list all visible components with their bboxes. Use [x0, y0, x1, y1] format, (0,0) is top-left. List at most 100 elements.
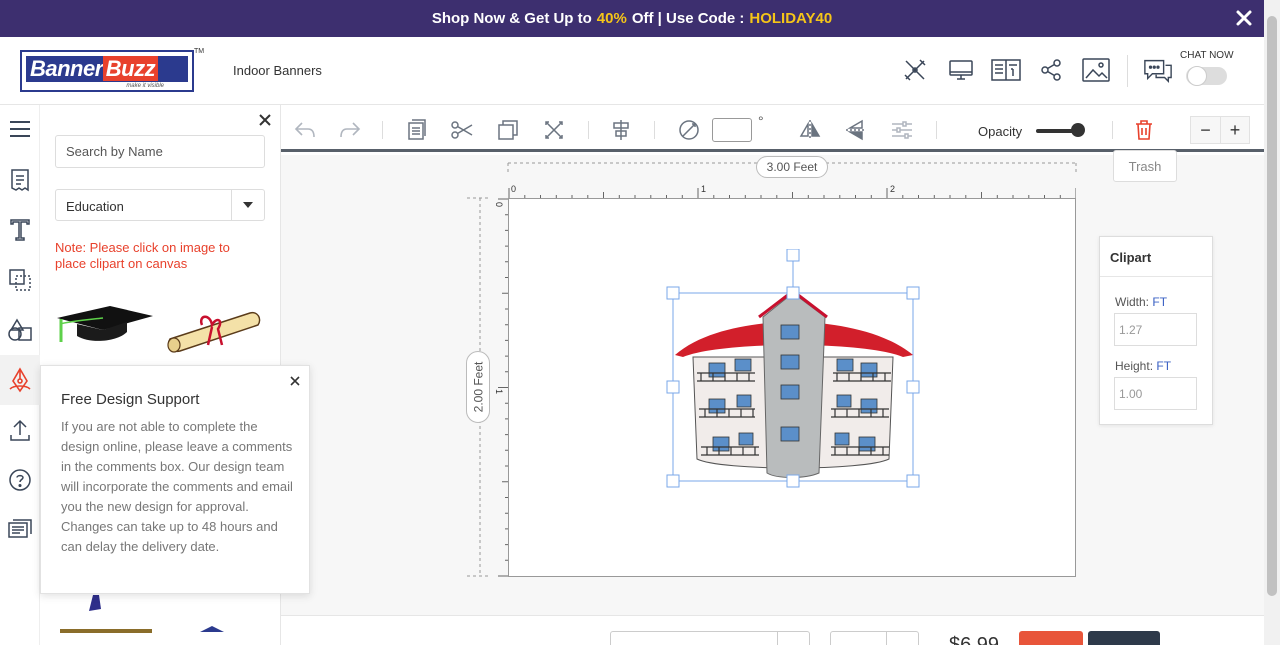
- zoom-controls: − +: [1190, 116, 1250, 144]
- ruler-label-0: 0: [511, 184, 516, 194]
- logo-banner: Banner: [30, 56, 103, 81]
- height-unit: FT: [1156, 359, 1172, 373]
- upload-icon[interactable]: [6, 416, 34, 444]
- vruler-label-0: 0: [494, 202, 504, 207]
- support-title: Free Design Support: [61, 391, 200, 408]
- flip-horizontal-icon[interactable]: [798, 118, 822, 142]
- menu-icon[interactable]: [6, 115, 34, 143]
- rotate-icon[interactable]: [677, 118, 701, 142]
- toolbar-separator: [382, 121, 383, 139]
- vruler-label-1: 1: [494, 389, 504, 394]
- ruler-label-1: 1: [701, 184, 706, 194]
- promo-text: Shop Now & Get Up to: [431, 10, 592, 27]
- document-icon[interactable]: [6, 166, 34, 194]
- quantity-select[interactable]: [610, 631, 810, 645]
- chevron-down-icon[interactable]: [886, 632, 918, 645]
- paste-icon[interactable]: [405, 118, 429, 142]
- support-body: If you are not able to complete the desi…: [61, 419, 293, 554]
- width-label-text: Width:: [1115, 295, 1150, 309]
- trash-tooltip: Trash: [1113, 150, 1177, 182]
- promo-bar: Shop Now & Get Up to 40% Off | Use Code …: [0, 0, 1264, 37]
- comments-icon[interactable]: [6, 516, 34, 544]
- adjust-icon[interactable]: [890, 118, 914, 142]
- help-icon[interactable]: [6, 466, 34, 494]
- panel-note: Note: Please click on image to place cli…: [55, 240, 230, 271]
- clipart-partial[interactable]: [85, 595, 115, 615]
- vertical-ruler: 0 1: [494, 198, 508, 577]
- chat-icon[interactable]: [1143, 55, 1173, 85]
- chat-toggle[interactable]: [1186, 66, 1227, 86]
- width-input[interactable]: [1114, 313, 1197, 346]
- close-icon[interactable]: [289, 374, 301, 386]
- search-input[interactable]: [55, 135, 265, 168]
- logo-buzz: Buzz: [102, 56, 159, 81]
- logo-wordmark: Banner Buzz: [26, 56, 188, 82]
- header-divider: [1127, 55, 1128, 87]
- ruler-label-2: 2: [890, 184, 895, 194]
- text-icon[interactable]: [6, 216, 34, 244]
- chat-now-label: CHAT NOW: [1180, 50, 1234, 61]
- zoom-out-button[interactable]: −: [1191, 117, 1220, 143]
- toolbar-separator: [1112, 121, 1113, 139]
- zoom-in-button[interactable]: +: [1219, 117, 1249, 143]
- canvas-height-label-box: 2.00 Feet: [466, 351, 490, 423]
- design-tools-icon[interactable]: [900, 55, 930, 85]
- save-button[interactable]: SAVE: [1019, 631, 1083, 645]
- height-input[interactable]: [1114, 377, 1197, 410]
- share-icon[interactable]: [1036, 55, 1066, 85]
- clipart-icon[interactable]: [0, 355, 40, 405]
- page-scrollbar[interactable]: [1264, 0, 1280, 645]
- finish-button[interactable]: FINISH: [1088, 631, 1160, 645]
- clipart-graduation-cap[interactable]: [55, 302, 155, 352]
- redo-icon[interactable]: [338, 118, 362, 142]
- product-name: Indoor Banners: [233, 63, 322, 78]
- bottom-bar: $6.99 SAVE FINISH: [281, 615, 1264, 645]
- chevron-down-icon[interactable]: [231, 190, 264, 220]
- clipart-panel-title: Clipart: [1100, 237, 1212, 277]
- undo-icon[interactable]: [293, 118, 317, 142]
- price: $6.99: [949, 634, 1000, 645]
- scrollbar-thumb[interactable]: [1267, 16, 1277, 596]
- copy-icon[interactable]: [496, 118, 520, 142]
- clipart-diploma[interactable]: [162, 305, 264, 355]
- design-canvas[interactable]: [508, 198, 1076, 577]
- canvas-width-label: 3.00 Feet: [756, 156, 828, 178]
- cut-icon[interactable]: [450, 118, 474, 142]
- chevron-down-icon[interactable]: [777, 632, 809, 645]
- promo-discount: 40%: [596, 10, 627, 27]
- toolbar-separator: [936, 121, 937, 139]
- canvas-height-label: 2.00 Feet: [471, 361, 486, 413]
- clipart-partial[interactable]: [200, 619, 224, 632]
- promo-code: HOLIDAY40: [749, 10, 833, 27]
- clipart-partial[interactable]: [60, 620, 152, 633]
- shapes-icon[interactable]: [6, 316, 34, 344]
- options-select[interactable]: [830, 631, 919, 645]
- toolbar-separator: [654, 121, 655, 139]
- clipart-properties-panel: Clipart Width: FT Height: FT: [1099, 236, 1213, 425]
- desktop-preview-icon[interactable]: [946, 55, 976, 85]
- trash-icon[interactable]: [1132, 118, 1156, 142]
- toolbar: ° Opacity − +: [281, 105, 1264, 152]
- logo[interactable]: Banner Buzz make it visible: [20, 50, 194, 92]
- category-select[interactable]: Education: [55, 189, 265, 221]
- template-icon[interactable]: [991, 55, 1021, 85]
- logo-trademark: TM: [194, 48, 205, 55]
- category-value: Education: [66, 199, 124, 214]
- toolbar-separator: [588, 121, 589, 139]
- delete-icon[interactable]: [542, 118, 566, 142]
- promo-text-middle: Off | Use Code :: [631, 10, 745, 27]
- logo-tagline: make it visible: [126, 83, 164, 89]
- rotate-angle-input[interactable]: [712, 118, 752, 142]
- height-label-text: Height:: [1115, 359, 1154, 373]
- image-icon[interactable]: [1081, 55, 1111, 85]
- selected-clipart-building[interactable]: [665, 249, 921, 489]
- height-label: Height: FT: [1115, 359, 1171, 373]
- close-icon[interactable]: [1234, 8, 1254, 28]
- flip-vertical-icon[interactable]: [844, 118, 868, 142]
- horizontal-ruler: 0 1 2: [508, 184, 1076, 198]
- opacity-label: Opacity: [978, 124, 1023, 139]
- close-icon[interactable]: [258, 113, 272, 127]
- opacity-slider-handle[interactable]: [1071, 123, 1085, 137]
- align-center-icon[interactable]: [609, 118, 633, 142]
- layers-icon[interactable]: [6, 266, 34, 294]
